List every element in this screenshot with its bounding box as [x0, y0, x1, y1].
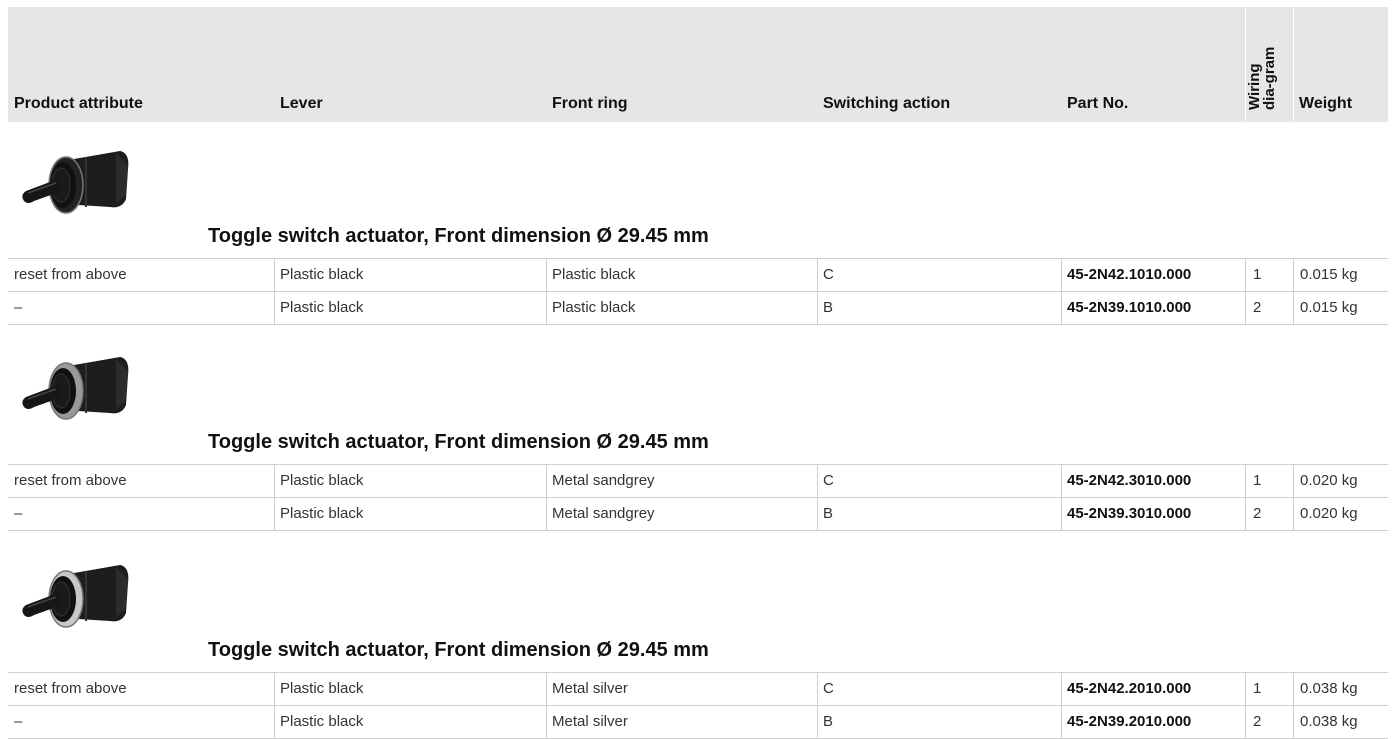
cell-switching-action: C: [823, 472, 834, 489]
cell-product-attribute: –: [14, 299, 23, 316]
product-table: Product attribute Lever Front ring Switc…: [0, 0, 1395, 739]
table-row: reset from above Plastic black Metal silve…: [8, 672, 1388, 705]
cell-lever: Plastic black: [280, 266, 364, 283]
cell-front-ring: Plastic black: [552, 299, 636, 316]
product-group: Toggle switch actuator, Front dimension …: [8, 537, 1388, 672]
cell-product-attribute: –: [14, 505, 23, 522]
header-wiring-diagram: Wiring dia-gram: [1246, 46, 1278, 110]
product-image: [16, 559, 134, 639]
cell-product-attribute: reset from above: [14, 680, 127, 697]
cell-front-ring: Metal sandgrey: [552, 472, 655, 489]
cell-switching-action: B: [823, 713, 834, 730]
cell-weight: 0.020 kg: [1300, 472, 1358, 489]
cell-wiring-diagram: 2: [1253, 713, 1262, 730]
product-group: Toggle switch actuator, Front dimension …: [8, 123, 1388, 258]
product-group: Toggle switch actuator, Front dimension …: [8, 329, 1388, 464]
product-group-title: Toggle switch actuator, Front dimension …: [208, 431, 709, 453]
product-group-title: Toggle switch actuator, Front dimension …: [208, 639, 709, 661]
cell-wiring-diagram: 1: [1253, 680, 1262, 697]
cell-lever: Plastic black: [280, 680, 364, 697]
table-row: – Plastic black Plastic black B 45-2N39.1010…: [8, 291, 1388, 324]
header-switching-action: Switching action: [823, 95, 951, 112]
cell-part-no: 45-2N42.2010.000: [1067, 680, 1192, 697]
header-lever: Lever: [280, 95, 323, 112]
cell-weight: 0.015 kg: [1300, 266, 1358, 283]
cell-wiring-diagram: 1: [1253, 472, 1262, 489]
cell-switching-action: B: [823, 299, 834, 316]
product-group-title: Toggle switch actuator, Front dimension …: [208, 225, 709, 247]
cell-front-ring: Plastic black: [552, 266, 636, 283]
product-image: [16, 351, 134, 431]
cell-wiring-diagram: 1: [1253, 266, 1262, 283]
cell-lever: Plastic black: [280, 713, 364, 730]
header-front-ring: Front ring: [552, 95, 628, 112]
cell-front-ring: Metal silver: [552, 680, 628, 697]
cell-weight: 0.038 kg: [1300, 713, 1358, 730]
cell-part-no: 45-2N42.1010.000: [1067, 266, 1192, 283]
cell-weight: 0.020 kg: [1300, 505, 1358, 522]
cell-product-attribute: –: [14, 713, 23, 730]
cell-front-ring: Metal sandgrey: [552, 505, 655, 522]
cell-part-no: 45-2N39.2010.000: [1067, 713, 1192, 730]
product-image: [16, 145, 134, 225]
cell-part-no: 45-2N42.3010.000: [1067, 472, 1192, 489]
cell-switching-action: C: [823, 680, 834, 697]
cell-lever: Plastic black: [280, 472, 364, 489]
cell-wiring-diagram: 2: [1253, 505, 1262, 522]
header-product-attribute: Product attribute: [14, 95, 143, 112]
cell-switching-action: C: [823, 266, 834, 283]
cell-wiring-diagram: 2: [1253, 299, 1262, 316]
cell-lever: Plastic black: [280, 299, 364, 316]
cell-product-attribute: reset from above: [14, 472, 127, 489]
table-row: reset from above Plastic black Metal sandg…: [8, 464, 1388, 497]
cell-part-no: 45-2N39.1010.000: [1067, 299, 1192, 316]
cell-switching-action: B: [823, 505, 834, 522]
cell-lever: Plastic black: [280, 505, 364, 522]
cell-part-no: 45-2N39.3010.000: [1067, 505, 1192, 522]
cell-weight: 0.015 kg: [1300, 299, 1358, 316]
table-row: reset from above Plastic black Plastic bla…: [8, 258, 1388, 291]
table-header: Product attribute Lever Front ring Switc…: [8, 7, 1388, 122]
cell-product-attribute: reset from above: [14, 266, 127, 283]
table-row: – Plastic black Metal silver B 45-2N39.2010.…: [8, 705, 1388, 738]
cell-front-ring: Metal silver: [552, 713, 628, 730]
cell-weight: 0.038 kg: [1300, 680, 1358, 697]
table-row: – Plastic black Metal sandgrey B 45-2N39.301…: [8, 497, 1388, 530]
header-weight: Weight: [1299, 95, 1353, 112]
header-part-no: Part No.: [1067, 95, 1129, 112]
